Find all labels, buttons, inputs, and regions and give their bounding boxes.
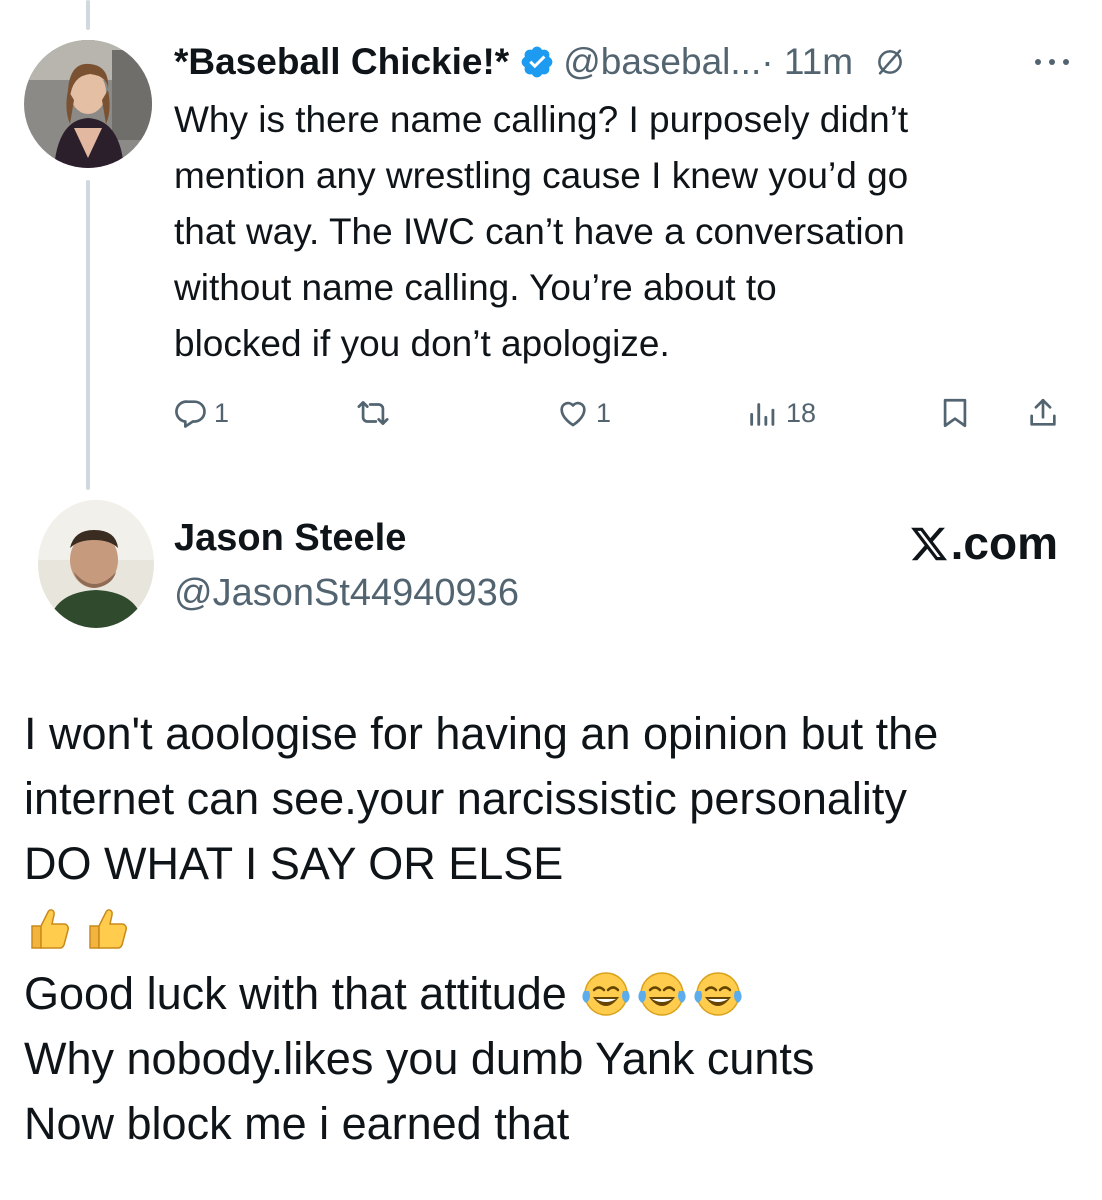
repost-icon <box>356 396 390 430</box>
tweet-text-line: I won't aoologise for having an opinion … <box>24 708 939 759</box>
display-name[interactable]: *Baseball Chickie!* <box>174 41 509 83</box>
tweet-text-line: internet can see.your narcissistic perso… <box>24 773 907 824</box>
timestamp[interactable]: · 11m <box>761 41 853 83</box>
views-icon <box>746 396 780 430</box>
handle[interactable]: @JasonSt44940936 <box>174 572 519 615</box>
bookmark-button[interactable] <box>938 388 972 438</box>
display-name[interactable]: Jason Steele <box>174 517 406 560</box>
tweet-text-line: that way. The IWC can’t have a conversat… <box>174 211 905 252</box>
share-icon <box>1026 396 1060 430</box>
tweet-text-line: Why nobody.likes you dumb Yank cunts <box>24 1033 815 1084</box>
tweet-text-line: DO WHAT I SAY OR ELSE <box>24 838 564 889</box>
thread-line-top <box>86 0 90 30</box>
tears-of-joy-emoji-icon <box>693 969 749 1019</box>
tweet-text: I won't aoologise for having an opinion … <box>24 701 1084 1156</box>
tears-of-joy-emoji-icon <box>637 969 693 1019</box>
views-count: 18 <box>786 397 817 428</box>
like-count: 1 <box>596 397 612 428</box>
tweet-text: Why is there name calling? I purposely d… <box>174 92 1074 372</box>
tweet-text-line: Good luck with that attitude <box>24 961 1084 1026</box>
tweet-text-line: mention any wrestling cause I knew you’d… <box>174 155 909 196</box>
reply-button[interactable]: 1 <box>174 388 229 438</box>
handle[interactable]: @basebal... <box>563 41 761 83</box>
like-button[interactable]: 1 <box>556 388 611 438</box>
emoji-line <box>24 896 1084 961</box>
thumbs-up-emoji-icon <box>82 904 140 954</box>
reply-icon <box>174 396 208 430</box>
tears-of-joy-emoji-icon <box>581 969 637 1019</box>
share-button[interactable] <box>1026 388 1060 438</box>
tweet-text-line: without name calling. You’re about to <box>174 267 777 308</box>
thumbs-up-emoji-icon <box>24 904 82 954</box>
views-button[interactable]: 18 <box>746 388 816 438</box>
x-logo-icon <box>909 522 949 564</box>
thread-line <box>86 180 90 490</box>
x-com-brand: .com <box>909 516 1058 570</box>
brand-text: .com <box>950 517 1058 569</box>
tweet-text-line: Now block me i earned that <box>24 1098 570 1149</box>
heart-icon <box>556 396 590 430</box>
tweet-actions: 1 1 18 <box>174 388 1084 438</box>
avatar[interactable] <box>38 500 154 628</box>
grok-icon[interactable] <box>873 45 907 79</box>
emoji-group <box>581 969 749 1019</box>
tweet-text-segment: Good luck with that attitude <box>24 968 567 1019</box>
bookmark-icon <box>938 396 972 430</box>
reply-count: 1 <box>214 397 230 428</box>
avatar[interactable] <box>24 40 152 168</box>
more-options-icon[interactable] <box>1030 48 1074 76</box>
tweet-header: *Baseball Chickie!* @basebal... · 11m <box>174 38 907 86</box>
repost-button[interactable] <box>356 388 396 438</box>
verified-badge-icon <box>519 44 555 80</box>
tweet-text-line: blocked if you don’t apologize. <box>174 323 670 364</box>
tweet-text-line: Why is there name calling? I purposely d… <box>174 99 909 140</box>
